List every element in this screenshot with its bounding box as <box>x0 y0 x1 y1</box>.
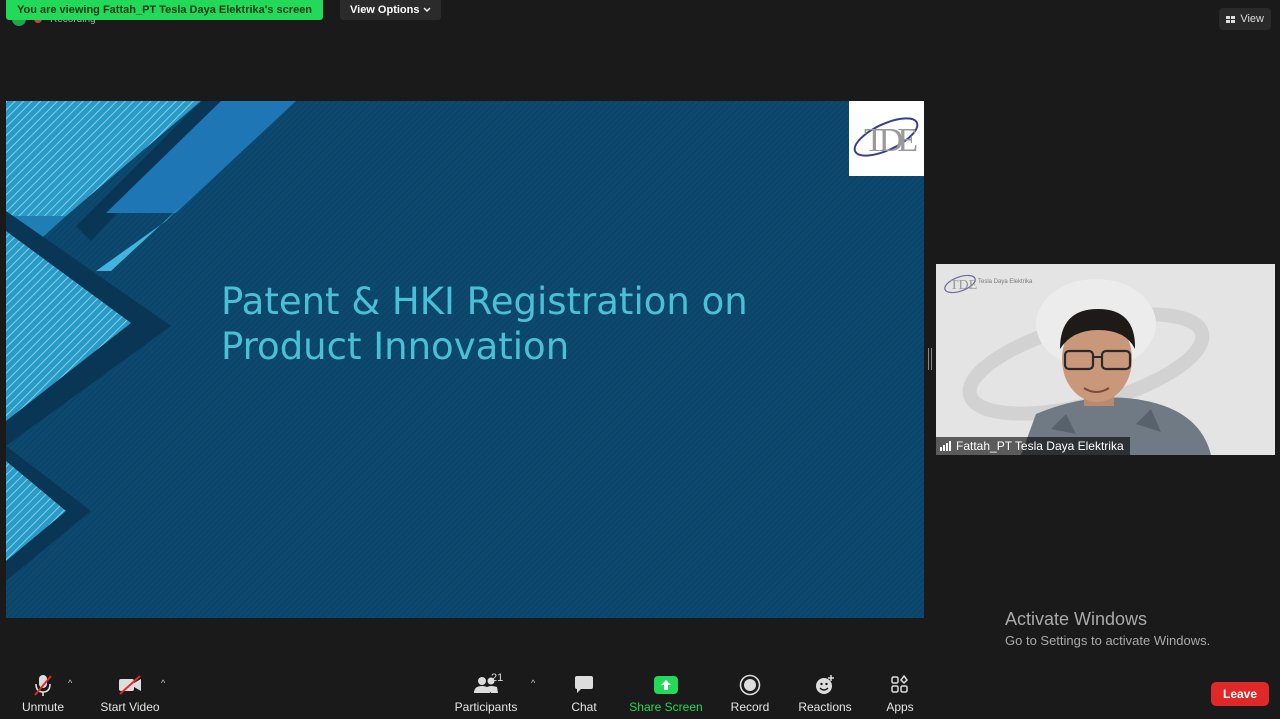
share-screen-icon <box>654 676 678 694</box>
apps-label: Apps <box>886 700 914 714</box>
unmute-button[interactable]: Unmute <box>0 672 88 714</box>
video-camera-muted-icon <box>119 675 141 695</box>
participants-label: Participants <box>454 700 518 714</box>
participant-video-tile[interactable]: TDE Tesla Daya Elektrika Fattah_PT Tesla… <box>936 264 1275 455</box>
panel-resize-handle[interactable] <box>928 348 932 370</box>
slide-title-line-2: Product Innovation <box>221 325 570 368</box>
leave-button[interactable]: Leave <box>1211 682 1269 706</box>
audio-options-caret[interactable]: ^ <box>68 678 72 688</box>
participants-count: 21 <box>491 672 504 684</box>
share-screen-button[interactable]: Share Screen <box>621 672 711 714</box>
participant-name-tag: Fattah_PT Tesla Daya Elektrika <box>936 437 1130 455</box>
watermark-title: Activate Windows <box>1005 609 1148 629</box>
chat-bubble-icon <box>575 676 593 693</box>
share-screen-label: Share Screen <box>629 700 703 714</box>
meeting-toolbar: Unmute ^ Start Video ^ 21 Participants ^ <box>0 664 1280 719</box>
participants-button[interactable]: 21 Participants <box>441 672 531 714</box>
slide-title-line-1: Patent & HKI Registration on <box>221 280 748 323</box>
reactions-icon <box>816 675 834 694</box>
activate-windows-watermark: Activate Windows Go to Settings to activ… <box>1005 609 1210 648</box>
svg-text:TDE: TDE <box>864 122 917 159</box>
video-background-brand: Tesla Daya Elektrika <box>978 279 1033 285</box>
chevron-down-icon <box>423 7 431 12</box>
apps-button[interactable]: Apps <box>855 672 945 714</box>
svg-text:TDE: TDE <box>950 278 977 293</box>
start-video-label: Start Video <box>100 700 160 714</box>
company-logo-mark: TDE <box>853 117 923 159</box>
shared-screen-slide: Patent & HKI Registration on Product Inn… <box>6 101 924 618</box>
record-icon <box>739 674 761 696</box>
participant-name: Fattah_PT Tesla Daya Elektrika <box>956 439 1124 453</box>
video-options-caret[interactable]: ^ <box>161 678 165 688</box>
view-grid-icon <box>1226 15 1236 23</box>
apps-icon <box>891 675 908 693</box>
participant-video-feed: TDE <box>936 264 1275 455</box>
unmute-label: Unmute <box>21 700 65 714</box>
company-logo: TDE <box>849 101 924 176</box>
participants-options-caret[interactable]: ^ <box>531 678 535 688</box>
watermark-subtitle: Go to Settings to activate Windows. <box>1005 633 1211 648</box>
view-options-button[interactable]: View Options <box>340 0 442 20</box>
chat-button[interactable]: Chat <box>539 672 629 714</box>
slide-title: Patent & HKI Registration on Product Inn… <box>221 279 748 369</box>
reactions-label: Reactions <box>798 700 852 714</box>
view-button-label: View <box>1240 13 1264 25</box>
record-label: Record <box>730 700 770 714</box>
sharing-banner: You are viewing Fattah_PT Tesla Daya Ele… <box>6 0 323 20</box>
view-button[interactable]: View <box>1219 8 1271 30</box>
microphone-muted-icon <box>34 675 52 696</box>
view-options-label: View Options <box>350 4 420 16</box>
chat-label: Chat <box>571 700 597 714</box>
signal-icon <box>940 441 951 451</box>
